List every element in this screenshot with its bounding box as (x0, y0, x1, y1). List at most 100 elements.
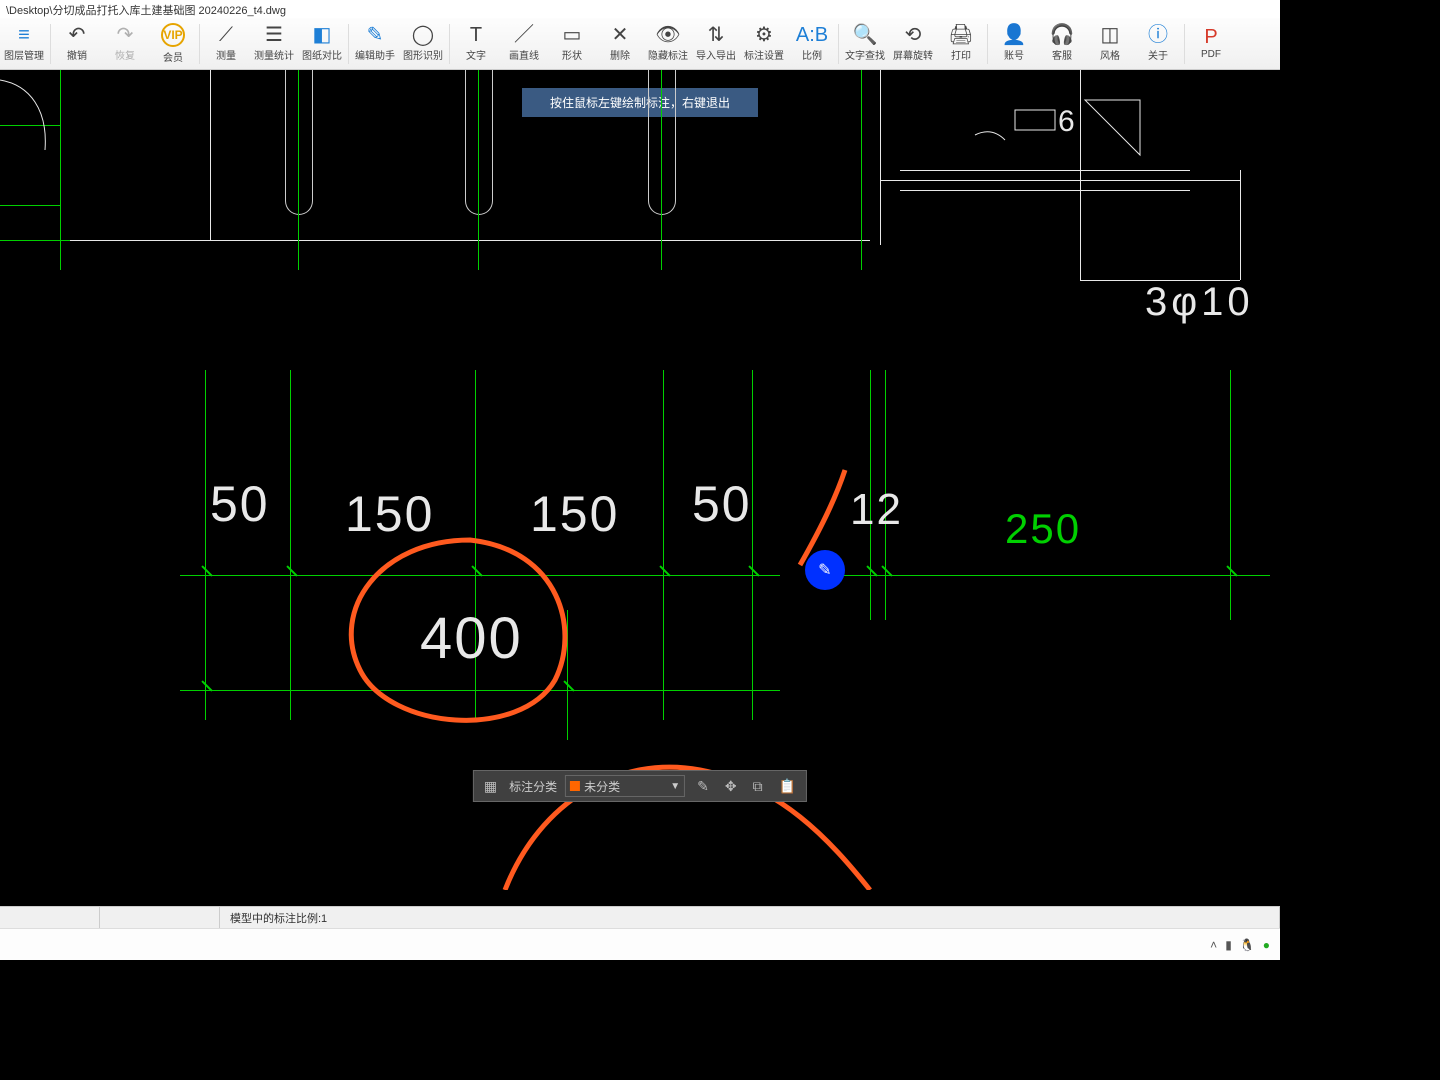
tool-label: 账号 (1004, 47, 1024, 62)
paste-icon[interactable]: 📋 (775, 778, 800, 795)
tray-qq-icon[interactable]: 🐧 (1240, 938, 1255, 952)
tool-文字查找[interactable]: 🔍 文字查找 (841, 19, 889, 69)
tool-文字[interactable]: T 文字 (452, 19, 500, 69)
dim-3phi10: 3φ10 (1145, 280, 1254, 325)
tool-label: 比例 (802, 47, 822, 62)
slot-2 (465, 70, 493, 215)
标注设置-icon: ⚙ (755, 25, 773, 45)
tool-label: 文字 (466, 47, 486, 62)
move-icon[interactable]: ✥ (721, 778, 741, 795)
账号-icon: 👤 (1002, 25, 1027, 45)
tool-恢复[interactable]: ↷ 恢复 (101, 19, 149, 69)
grid-h0b (0, 205, 60, 206)
grid-vu3 (661, 70, 662, 270)
grid-v5 (752, 370, 753, 720)
grid-vu1 (298, 70, 299, 270)
tool-label: 客服 (1052, 47, 1072, 62)
copy-icon[interactable]: ⧉ (749, 778, 767, 795)
taskbar: ˄ ▮ 🐧 ● (0, 928, 1280, 960)
detail-h2 (900, 170, 1190, 171)
drawing-canvas[interactable]: 按住鼠标左键绘制标注，右键退出 50 150 150 50 (0, 70, 1280, 890)
edit-icon[interactable]: ✎ (693, 778, 713, 795)
grid-h0c (0, 240, 70, 241)
tool-label: 删除 (610, 47, 630, 62)
dim-line-2 (830, 575, 1270, 576)
tool-PDF[interactable]: P PDF (1187, 19, 1235, 69)
tool-比例[interactable]: A:B 比例 (788, 19, 836, 69)
tool-屏幕旋转[interactable]: ⟲屏幕旋转 (889, 19, 937, 69)
status-scale: 模型中的标注比例:1 (220, 907, 1280, 928)
图形识别-icon: ◯ (412, 25, 434, 45)
tool-label: 图纸对比 (302, 47, 342, 62)
class-value: 未分类 (584, 778, 670, 795)
tool-编辑助手[interactable]: ✎编辑助手 (351, 19, 399, 69)
屏幕旋转-icon: ⟲ (905, 25, 922, 45)
tray-wechat-icon[interactable]: ● (1263, 938, 1270, 952)
tool-标注设置[interactable]: ⚙ 标注设置 (740, 19, 788, 69)
freehand-annotation (0, 70, 1280, 890)
测量统计-icon: ☰ (265, 25, 283, 45)
比例-icon: A:B (796, 25, 828, 45)
tool-撤销[interactable]: ↶撤销 (53, 19, 101, 69)
dim-12: 12 (850, 485, 903, 535)
tool-测量[interactable]: ⟋测量 (202, 19, 250, 69)
tray-app-icon[interactable]: ▮ (1225, 938, 1232, 952)
tool-图形识别[interactable]: ◯ 图形识别 (399, 19, 447, 69)
tool-测量统计[interactable]: ☰测量统计 (250, 19, 298, 69)
tool-label: 隐藏标注 (648, 47, 688, 62)
tool-label: 形状 (562, 47, 582, 62)
class-select[interactable]: 未分类 ▼ (565, 775, 685, 797)
tool-label: 图形识别 (403, 47, 443, 62)
tool-label: 撤销 (67, 47, 87, 62)
tool-形状[interactable]: ▭ 形状 (548, 19, 596, 69)
tool-图纸对比[interactable]: ◧图纸对比 (298, 19, 346, 69)
会员-icon: VIP (161, 23, 185, 47)
tool-label: PDF (1201, 49, 1221, 60)
hint-bar: 按住鼠标左键绘制标注，右键退出 (522, 88, 758, 117)
tool-label: 恢复 (115, 47, 135, 62)
文字查找-icon: 🔍 (853, 25, 878, 45)
annotation-toolbar: ▦ 标注分类 未分类 ▼ ✎ ✥ ⧉ 📋 (473, 770, 807, 802)
tool-图层管理[interactable]: ≡图层管理 (0, 19, 48, 69)
grid-v4 (663, 370, 664, 720)
grid-icon[interactable]: ▦ (480, 778, 501, 795)
恢复-icon: ↷ (117, 25, 134, 45)
draw-cursor: ✎ (797, 542, 854, 599)
客服-icon: 🎧 (1050, 25, 1075, 45)
dim-150a: 150 (345, 485, 434, 543)
dim-line-400 (180, 690, 780, 691)
dim-400: 400 (420, 605, 523, 672)
tool-关于[interactable]: ⓘ关于 (1134, 19, 1182, 69)
tray-up-icon[interactable]: ˄ (1210, 938, 1217, 952)
文字-icon: T (470, 25, 482, 45)
tool-打印[interactable]: 🖨打印 (937, 19, 985, 69)
grid-vu4 (861, 70, 862, 270)
dim-150b: 150 (530, 485, 619, 543)
slot-3 (648, 70, 676, 215)
main-toolbar: ≡图层管理↶撤销 ↷ 恢复 VIP 会员 ⟋测量☰测量统计◧图纸对比✎编辑助手 ◯ 图形识别 T… (0, 18, 1280, 70)
chevron-down-icon: ▼ (670, 781, 680, 792)
tool-账号[interactable]: 👤 账号 (990, 19, 1038, 69)
tool-会员[interactable]: VIP 会员 (149, 19, 197, 69)
grid-v8 (1230, 370, 1231, 620)
打印-icon: 🖨 (948, 25, 973, 45)
tool-label: 图层管理 (4, 47, 44, 62)
tool-客服[interactable]: 🎧 客服 (1038, 19, 1086, 69)
tool-label: 关于 (1148, 47, 1168, 62)
detail-h1 (880, 180, 1240, 181)
tool-风格[interactable]: ◫风格 (1086, 19, 1134, 69)
风格-icon: ◫ (1101, 25, 1120, 45)
tool-导入导出[interactable]: ⇅导入导出 (692, 19, 740, 69)
tool-删除[interactable]: ✕删除 (596, 19, 644, 69)
tool-label: 画直线 (509, 47, 539, 62)
形状-icon: ▭ (563, 25, 582, 45)
dim-250: 250 (1005, 505, 1081, 553)
tool-隐藏标注[interactable]: 👁隐藏标注 (644, 19, 692, 69)
tool-画直线[interactable]: ／画直线 (500, 19, 548, 69)
grid-v1 (205, 370, 206, 720)
tool-label: 会员 (163, 49, 183, 64)
tool-label: 标注设置 (744, 47, 784, 62)
PDF-icon: P (1204, 27, 1217, 47)
tool-label: 文字查找 (845, 47, 885, 62)
导入导出-icon: ⇅ (708, 25, 725, 45)
